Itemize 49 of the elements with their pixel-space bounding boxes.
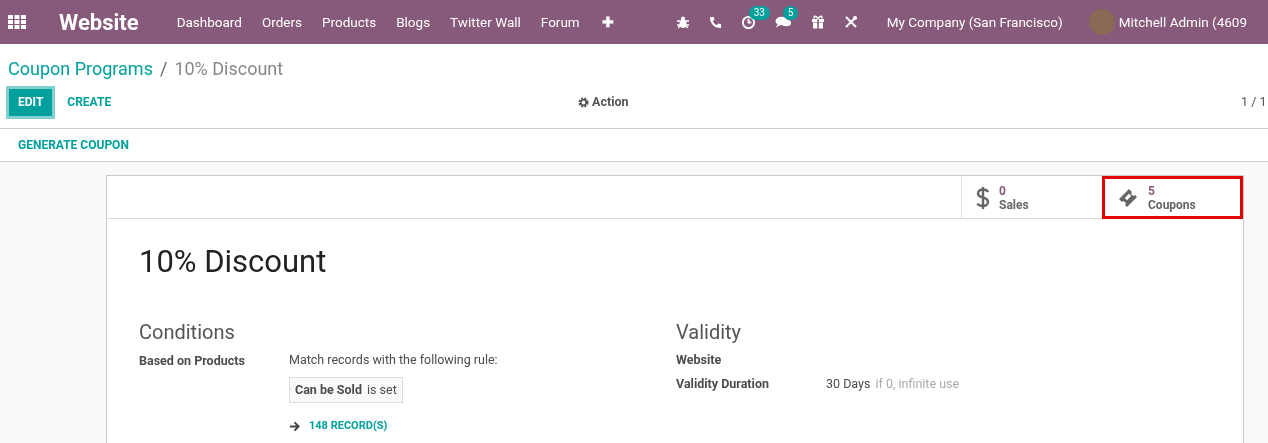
menu-item[interactable]: ✚ bbox=[591, 11, 624, 33]
count-badge: 33 bbox=[748, 5, 770, 20]
stat-label: Sales bbox=[999, 197, 1029, 212]
arrow-right-icon bbox=[289, 420, 300, 432]
menu-item[interactable]: Products bbox=[312, 11, 387, 33]
field-label: Based on Products bbox=[139, 352, 246, 370]
stat-value: 0 bbox=[999, 183, 1006, 198]
count-badge: 5 bbox=[782, 6, 799, 20]
rule-operator: is set bbox=[366, 382, 397, 398]
menu-item[interactable]: Forum bbox=[530, 11, 590, 33]
breadcrumb-current: 10% Discount bbox=[174, 58, 284, 80]
field-value: 30 Days bbox=[826, 376, 871, 392]
field-label: Validity Duration bbox=[676, 376, 770, 392]
gift-icon[interactable] bbox=[810, 15, 825, 29]
menu-item[interactable]: Dashboard bbox=[166, 11, 252, 33]
user-menu[interactable]: Mitchell Admin (4609 bbox=[1118, 11, 1248, 33]
apps-menu-icon[interactable] bbox=[8, 15, 26, 29]
dollar-icon bbox=[976, 185, 990, 210]
ticket-icon bbox=[1117, 186, 1139, 209]
pager: 1 / 1 bbox=[1241, 92, 1267, 111]
phone-icon[interactable] bbox=[708, 15, 722, 29]
record-title: 10% Discount bbox=[138, 242, 328, 281]
field-hint: if 0, infinite use bbox=[875, 376, 960, 392]
section-heading: Conditions bbox=[139, 320, 236, 344]
breadcrumb-separator: / bbox=[159, 58, 168, 80]
breadcrumb-link[interactable]: Coupon Programs bbox=[8, 58, 153, 80]
menu-item[interactable]: Twitter Wall bbox=[440, 11, 531, 33]
bug-icon[interactable] bbox=[675, 15, 690, 29]
stat-value: 5 bbox=[1148, 183, 1155, 198]
create-button[interactable]: CREATE bbox=[57, 85, 122, 119]
tools-icon[interactable] bbox=[843, 15, 858, 29]
edit-button[interactable]: EDIT bbox=[6, 85, 56, 119]
rule-description: Match records with the following rule: bbox=[289, 352, 498, 368]
section-heading: Validity bbox=[676, 320, 743, 344]
action-menu[interactable]: Action bbox=[578, 92, 629, 112]
sales-stat-button[interactable]: 0 Sales bbox=[961, 176, 1102, 219]
stat-label: Coupons bbox=[1148, 197, 1196, 212]
app-name[interactable]: Website bbox=[59, 5, 139, 39]
rule-field: Can be Sold bbox=[295, 382, 362, 398]
field-label: Website bbox=[676, 352, 723, 368]
avatar bbox=[1088, 9, 1115, 35]
menu-item[interactable]: Blogs bbox=[386, 11, 441, 33]
generate-coupon-button[interactable]: GENERATE COUPON bbox=[18, 136, 129, 154]
menu-item[interactable]: Orders bbox=[251, 11, 312, 33]
records-link[interactable]: 148 RECORD(S) bbox=[309, 418, 388, 435]
coupons-stat-button[interactable]: 5 Coupons bbox=[1102, 176, 1243, 219]
company-switcher[interactable]: My Company (San Francisco) bbox=[886, 11, 1063, 33]
clock-icon[interactable] bbox=[740, 14, 756, 30]
gear-icon bbox=[578, 96, 589, 108]
